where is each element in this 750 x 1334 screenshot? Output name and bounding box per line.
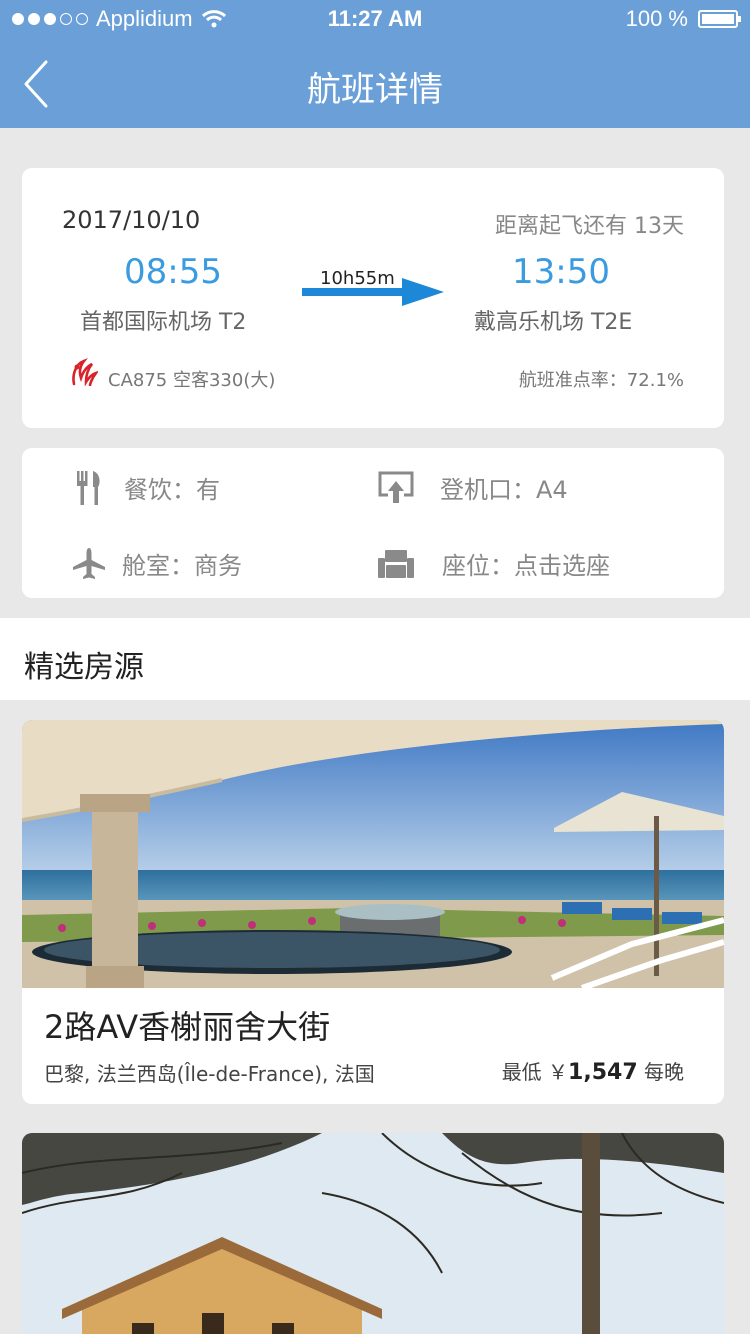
listing-card-2[interactable] (22, 1133, 724, 1334)
page-title: 航班详情 (307, 70, 443, 110)
flight-summary-card: 2017/10/10 距离起飞还有 13天 08:55 首都国际机场 T2 10… (22, 168, 724, 428)
meal-info: 餐饮：有 (74, 470, 220, 505)
featured-listings-header: 精选房源 (0, 618, 750, 700)
listing-photo[interactable] (22, 720, 724, 988)
nav-bar: 航班详情 (0, 40, 750, 128)
listing-photo-2[interactable] (22, 1133, 724, 1334)
section-title: 精选房源 (24, 650, 144, 685)
flight-date: 2017/10/10 (62, 206, 201, 234)
flight-details-card: 餐饮：有 登机口：A4 舱室：商务 座位：点击选座 (22, 448, 724, 598)
status-bar: Applidium 11:27 AM 100 % (0, 0, 750, 40)
listing-price: 最低 ￥1,547 每晚 (502, 1056, 684, 1085)
seat-label[interactable]: 座位：点击选座 (442, 546, 610, 581)
departure-airport: 首都国际机场 T2 (80, 310, 247, 335)
flight-number: CA875 空客330(大) (108, 370, 276, 391)
airline-logo-icon (72, 358, 98, 386)
listing-title: 2路AV香榭丽舍大街 (44, 1008, 331, 1046)
gate-icon (378, 471, 414, 505)
departure-countdown: 距离起飞还有 13天 (495, 214, 684, 239)
price-prefix: 最低 ￥ (501, 1060, 569, 1084)
departure-time: 08:55 (124, 252, 222, 292)
flight-arrow-icon (302, 278, 444, 306)
listing-card[interactable]: 2路AV香榭丽舍大街 巴黎, 法兰西岛(Île-de-France), 法国 最… (22, 720, 724, 1104)
arrival-airport: 戴高乐机场 T2E (474, 310, 633, 335)
gate-info: 登机口：A4 (378, 470, 568, 505)
meal-label: 餐饮：有 (124, 476, 220, 504)
seat-icon (378, 547, 414, 581)
price-suffix: 每晚 (644, 1060, 684, 1084)
battery-icon (698, 10, 741, 28)
price-value: 1,547 (568, 1060, 638, 1085)
gate-label: 登机口：A4 (440, 476, 568, 504)
airplane-icon (72, 547, 106, 581)
cabin-info: 舱室：商务 (72, 546, 242, 581)
arrival-time: 13:50 (512, 252, 610, 292)
fork-knife-icon (74, 470, 104, 505)
status-right: 100 % (625, 6, 741, 32)
on-time-rate: 航班准点率：72.1% (518, 370, 684, 391)
listing-location: 巴黎, 法兰西岛(Île-de-France), 法国 (44, 1062, 375, 1086)
seat-info[interactable]: 座位：点击选座 (378, 546, 610, 581)
cabin-label: 舱室：商务 (122, 552, 242, 580)
battery-percent: 100 % (625, 6, 688, 31)
